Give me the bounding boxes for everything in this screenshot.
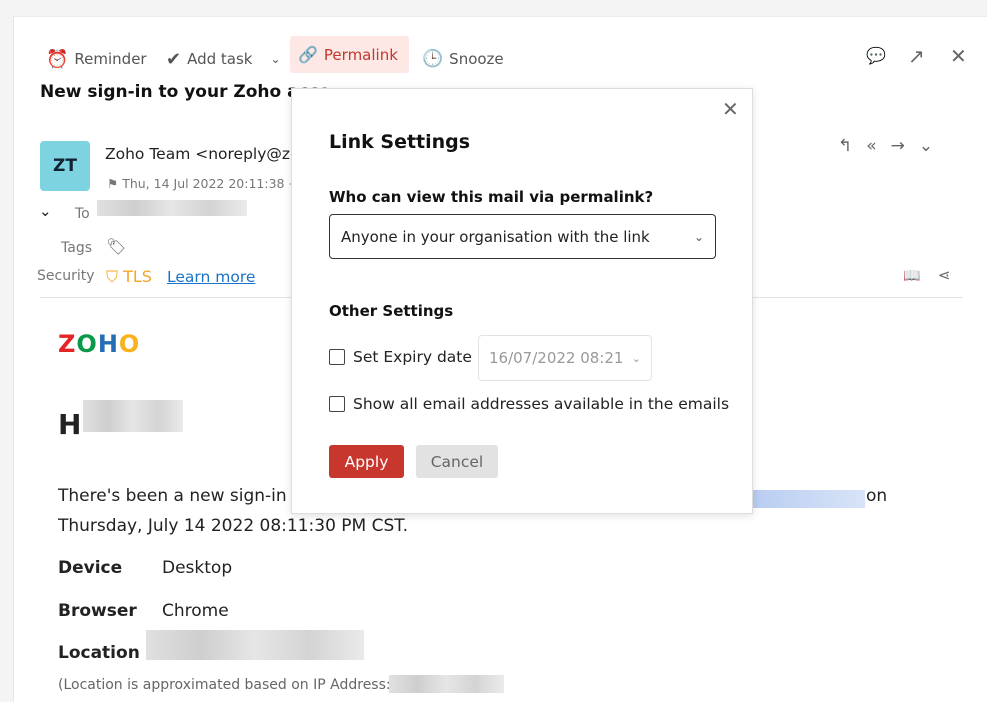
redacted-email <box>753 490 865 508</box>
chevron-down-icon: ⌄ <box>693 229 704 244</box>
security-label: Security <box>37 268 95 284</box>
expiry-date-picker[interactable]: 16/07/2022 08:21 ⌄ <box>478 335 652 381</box>
sender: Zoho Team <noreply@zo <box>105 145 300 163</box>
reply-all-icon[interactable]: « <box>866 136 890 156</box>
dialog-close-icon[interactable]: ✕ <box>722 97 739 121</box>
expiry-date-value: 16/07/2022 08:21 <box>489 349 624 367</box>
snooze-button[interactable]: 🕒 Snooze <box>414 44 512 74</box>
redacted-recipient <box>97 200 247 216</box>
body-line-1: There's been a new sign-in to <box>58 486 310 506</box>
share-icon[interactable]: ⋖ <box>938 266 951 284</box>
book-icon[interactable]: 📖 <box>903 268 920 284</box>
tag-icon[interactable]: 🏷 <box>106 237 126 256</box>
chevron-down-icon[interactable]: ⌄ <box>270 52 280 66</box>
more-chevron-icon[interactable]: ⌄ <box>919 136 947 156</box>
forward-icon[interactable]: → <box>891 136 919 156</box>
mail-date: ⚑ Thu, 14 Jul 2022 20:11:38 + <box>107 176 299 191</box>
close-icon[interactable]: ✕ <box>950 44 967 68</box>
visibility-select[interactable]: Anyone in your organisation with the lin… <box>329 214 716 259</box>
checkbox[interactable] <box>329 396 345 412</box>
avatar: ZT <box>40 141 90 191</box>
location-label: Location <box>58 643 140 663</box>
add-task-button[interactable]: ✔ Add task ⌄ <box>158 44 289 74</box>
body-line-2: Thursday, July 14 2022 08:11:30 PM CST. <box>58 516 409 536</box>
reminder-button[interactable]: ⏰ Reminder <box>38 44 155 74</box>
dialog-title: Link Settings <box>329 131 471 153</box>
redacted-location <box>146 630 364 660</box>
chevron-down-icon: ⌄ <box>631 351 641 365</box>
tls-badge: ⛉ TLS <box>106 267 152 286</box>
cancel-button[interactable]: Cancel <box>416 445 498 478</box>
body-line-1-end: on <box>866 486 888 506</box>
other-settings-heading: Other Settings <box>329 302 454 320</box>
location-note: (Location is approximated based on IP Ad… <box>58 677 391 693</box>
expiry-checkbox[interactable]: Set Expiry date <box>329 348 472 366</box>
redacted-ip <box>389 675 504 693</box>
link-icon: 🔗 <box>298 45 318 64</box>
learn-more-link[interactable]: Learn more <box>167 268 255 286</box>
checkbox[interactable] <box>329 349 345 365</box>
visibility-question: Who can view this mail via permalink? <box>329 188 654 206</box>
link-settings-dialog: ✕ Link Settings Who can view this mail v… <box>291 88 753 514</box>
expand-icon[interactable]: ⌄ <box>39 202 52 220</box>
reply-icon[interactable]: ↰ <box>838 136 866 156</box>
show-all-addresses-checkbox[interactable]: Show all email addresses available in th… <box>329 395 729 413</box>
permalink-button[interactable]: 🔗 Permalink <box>290 36 409 73</box>
redacted-name <box>83 400 183 432</box>
alarm-icon: ⏰ <box>46 48 69 70</box>
tags-label: Tags <box>61 240 92 256</box>
greeting: H <box>58 408 82 441</box>
popout-icon[interactable]: ↗ <box>908 44 925 68</box>
browser-value: Chrome <box>162 601 229 621</box>
flag-icon[interactable]: ⚑ <box>107 176 118 191</box>
device-label: Device <box>58 558 123 578</box>
clock-icon: 🕒 <box>422 49 444 69</box>
device-value: Desktop <box>162 558 233 578</box>
check-icon: ✔ <box>166 48 182 70</box>
apply-button[interactable]: Apply <box>329 445 404 478</box>
shield-icon: ⛉ <box>106 267 119 286</box>
comment-icon[interactable]: 💬 <box>866 46 886 65</box>
visibility-value: Anyone in your organisation with the lin… <box>341 227 650 246</box>
browser-label: Browser <box>58 601 137 621</box>
zoho-logo: ZOHO <box>58 330 141 358</box>
to-label: To <box>75 206 90 222</box>
reply-actions: ↰«→⌄ <box>838 136 947 156</box>
mail-subject: New sign-in to your Zoho acco <box>40 82 331 102</box>
